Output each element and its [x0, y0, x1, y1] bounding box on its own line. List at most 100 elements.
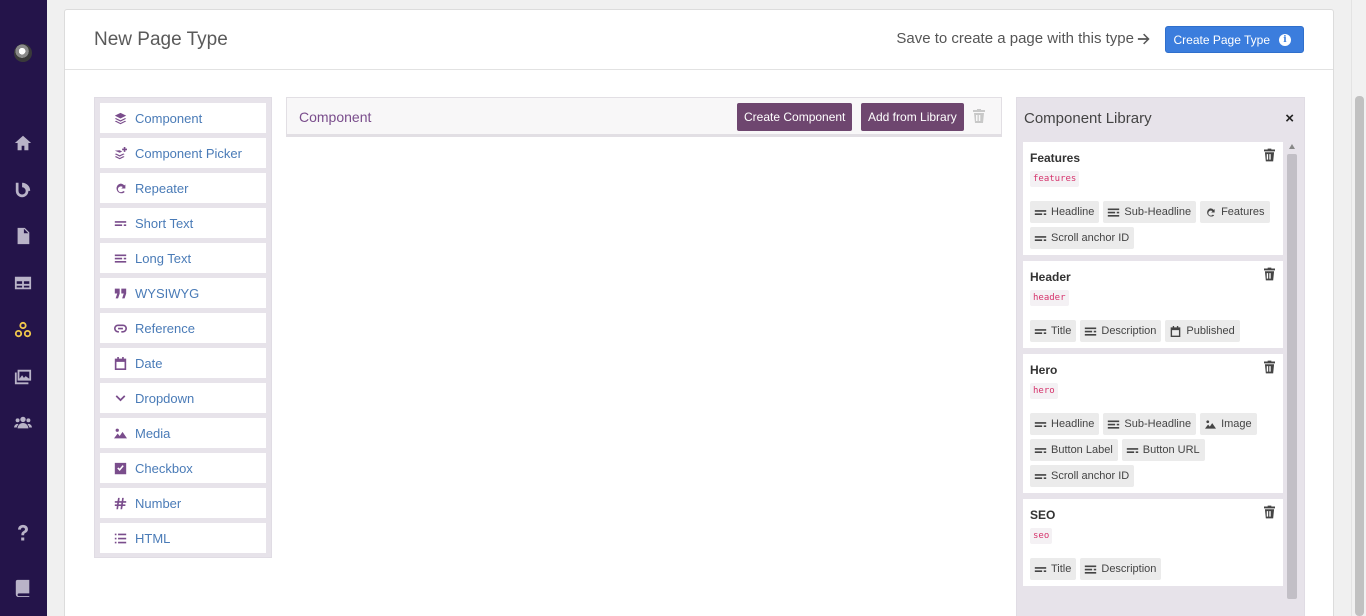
blog-icon	[15, 182, 31, 198]
component-editor-title[interactable]: Component	[299, 109, 371, 125]
short-text-icon	[114, 220, 127, 226]
long-text-icon	[114, 253, 127, 263]
close-library-button[interactable]: ×	[1285, 110, 1294, 127]
long-text-icon	[1085, 564, 1097, 574]
delete-library-component-button[interactable]	[1264, 148, 1275, 167]
palette-item-date[interactable]: Date	[99, 347, 267, 379]
field-chip: Title	[1030, 558, 1077, 580]
trash-icon	[1264, 148, 1275, 162]
field-chip: Scroll anchor ID	[1030, 465, 1135, 487]
link-icon	[114, 323, 127, 333]
create-page-type-button[interactable]: Create Page Type i	[1165, 26, 1304, 53]
scroll-up-icon[interactable]	[1289, 144, 1295, 149]
delete-library-component-button[interactable]	[1264, 267, 1275, 286]
component-library-title: Component Library	[1024, 110, 1152, 127]
palette-item-dropdown[interactable]: Dropdown	[99, 382, 267, 414]
field-chip: Image	[1200, 413, 1257, 435]
nav-home[interactable]	[11, 131, 35, 155]
create-component-button[interactable]: Create Component	[737, 103, 853, 131]
trash-icon	[1264, 505, 1275, 519]
save-hint-text: Save to create a page with this type	[896, 30, 1134, 47]
palette-item-html[interactable]: HTML	[99, 522, 267, 554]
nav-pages[interactable]	[11, 224, 35, 248]
nav-components[interactable]	[11, 318, 35, 342]
field-chip: Button Label	[1030, 439, 1118, 461]
layers-icon	[114, 112, 127, 124]
document-icon	[17, 227, 30, 245]
delete-library-component-button[interactable]	[1264, 360, 1275, 379]
repeat-icon	[116, 183, 126, 193]
field-chip: Headline	[1030, 201, 1100, 223]
short-text-icon	[1034, 447, 1047, 453]
short-text-icon	[1034, 566, 1047, 572]
field-chip: Description	[1080, 320, 1162, 342]
library-component-fields: Title Description	[1030, 558, 1276, 580]
users-icon	[14, 416, 32, 429]
library-scrollbar[interactable]	[1287, 144, 1297, 614]
library-component-fields: Headline Sub-Headline Image Button Label…	[1030, 413, 1276, 487]
palette-item-reference[interactable]: Reference	[99, 312, 267, 344]
field-chip: Button URL	[1121, 439, 1205, 461]
short-text-icon	[1034, 421, 1047, 427]
library-component-features[interactable]: Features features Headline Sub-Headline …	[1023, 142, 1283, 255]
image-icon	[114, 428, 127, 438]
nav-help[interactable]	[11, 521, 35, 545]
palette-item-number[interactable]: Number	[99, 487, 267, 519]
arrow-right-icon	[1137, 33, 1150, 44]
trash-icon	[1264, 360, 1275, 374]
page-scrollbar-thumb[interactable]	[1355, 96, 1364, 616]
nav-users[interactable]	[11, 411, 35, 435]
delete-component-button[interactable]	[973, 109, 985, 128]
library-component-slug: header	[1030, 290, 1069, 306]
page-title: New Page Type	[94, 29, 228, 50]
add-from-library-button[interactable]: Add from Library	[861, 103, 964, 131]
field-chip: Sub-Headline	[1103, 201, 1197, 223]
palette-item-short-text[interactable]: Short Text	[99, 207, 267, 239]
nav-media[interactable]	[11, 365, 35, 389]
logo-icon	[14, 44, 32, 62]
media-icon	[14, 369, 32, 385]
nav-blog[interactable]	[11, 178, 35, 202]
calendar-icon	[1171, 325, 1181, 337]
page-scrollbar[interactable]	[1351, 0, 1366, 616]
short-text-icon	[1034, 328, 1047, 334]
library-scrollbar-thumb[interactable]	[1287, 154, 1297, 599]
app-logo[interactable]	[11, 41, 35, 65]
chevron-down-icon	[115, 394, 126, 401]
library-component-fields: Headline Sub-Headline Features Scroll an…	[1030, 201, 1276, 249]
palette-item-media[interactable]: Media	[99, 417, 267, 449]
library-component-name: SEO	[1030, 508, 1056, 522]
short-text-icon	[1034, 235, 1047, 241]
palette-item-checkbox[interactable]: Checkbox	[99, 452, 267, 484]
long-text-icon	[1108, 207, 1120, 217]
library-component-hero[interactable]: Hero hero Headline Sub-Headline Image Bu…	[1023, 354, 1283, 493]
library-component-header[interactable]: Header header Title Description Publishe…	[1023, 261, 1283, 348]
info-icon[interactable]: i	[1279, 33, 1291, 46]
short-text-icon	[1034, 473, 1047, 479]
library-component-name: Features	[1030, 151, 1081, 165]
home-icon	[14, 135, 32, 151]
field-palette: Component Component Picker Repeater Shor…	[94, 97, 272, 558]
long-text-icon	[1085, 326, 1097, 336]
image-icon	[1205, 419, 1217, 429]
palette-item-repeater[interactable]: Repeater	[99, 172, 267, 204]
nav-docs[interactable]	[11, 576, 35, 600]
delete-library-component-button[interactable]	[1264, 505, 1275, 524]
field-chip: Scroll anchor ID	[1030, 227, 1135, 249]
library-component-name: Header	[1030, 270, 1071, 284]
palette-item-component-picker[interactable]: Component Picker	[99, 137, 267, 169]
quote-icon	[114, 288, 127, 298]
palette-item-component[interactable]: Component	[99, 102, 267, 134]
help-icon	[18, 524, 28, 541]
book-icon	[15, 579, 30, 597]
nav-tables[interactable]	[11, 271, 35, 295]
library-component-slug: hero	[1030, 383, 1058, 399]
field-chip: Title	[1030, 320, 1077, 342]
library-component-fields: Title Description Published	[1030, 320, 1276, 342]
palette-item-long-text[interactable]: Long Text	[99, 242, 267, 274]
components-icon	[14, 321, 32, 338]
palette-item-wysiwyg[interactable]: WYSIWYG	[99, 277, 267, 309]
trash-icon	[1264, 267, 1275, 281]
table-icon	[14, 276, 32, 290]
library-component-seo[interactable]: SEO seo Title Description	[1023, 499, 1283, 586]
